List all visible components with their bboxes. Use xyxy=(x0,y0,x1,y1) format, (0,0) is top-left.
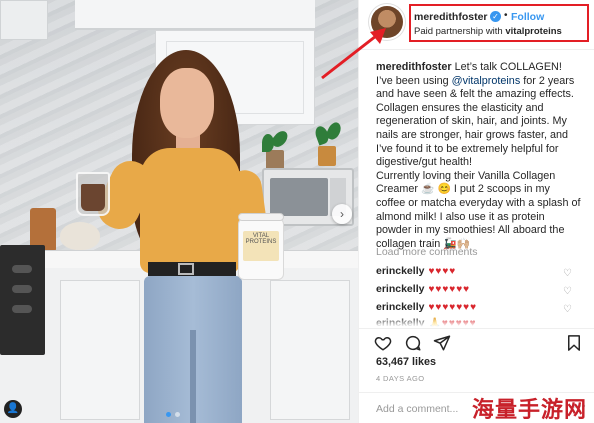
caption-text-3: for 2 years and have seen & felt the ama… xyxy=(376,74,575,169)
person-face xyxy=(160,68,214,138)
save-bookmark-icon[interactable] xyxy=(565,334,583,352)
comment-row: erinckelly ♥♥♥♥♥♥♥ xyxy=(376,301,576,315)
comment-like-heart-icon[interactable]: ♡ xyxy=(563,286,573,297)
load-more-comments[interactable]: Load more comments xyxy=(376,246,478,258)
verified-badge-icon: ✓ xyxy=(490,11,501,22)
comment-row: erinckelly ♥♥♥♥♥♥ xyxy=(376,283,576,297)
partner-link[interactable]: vitalproteins xyxy=(505,26,562,37)
carousel-dot xyxy=(175,412,180,417)
comment-username[interactable]: erinckelly xyxy=(376,265,424,277)
comment-bubble-icon[interactable] xyxy=(404,334,422,352)
post-photo[interactable]: VITAL PROTEINS › 👤 xyxy=(0,0,358,423)
upper-cabinet-left xyxy=(0,0,48,40)
comment-text: ♥♥♥♥♥♥♥ xyxy=(428,302,478,313)
collagen-jar: VITAL PROTEINS xyxy=(238,213,284,280)
carousel-dots xyxy=(166,412,180,417)
comment-row: erinckelly ♥♥♥♥ xyxy=(376,265,576,279)
cabinet-door xyxy=(60,280,140,420)
caption-text-4: Currently loving their Vanilla Collagen … xyxy=(376,169,581,250)
comment-text: ♥♥♥♥♥♥ xyxy=(428,284,471,295)
comment-username[interactable]: erinckelly xyxy=(376,283,424,295)
caption-text-1: Let’s talk COLLAGEN! xyxy=(451,61,562,73)
site-watermark: 海量手游网 xyxy=(472,398,588,423)
header-separator: • xyxy=(504,10,508,21)
carousel-next-button[interactable]: › xyxy=(332,204,352,224)
share-icon[interactable] xyxy=(433,334,451,352)
plant-pot-left xyxy=(266,150,284,170)
tagged-user-icon[interactable]: 👤 xyxy=(4,400,22,418)
pumpkin-decor xyxy=(60,222,100,250)
jar-label: VITAL PROTEINS xyxy=(243,231,279,261)
comment-like-heart-icon[interactable]: ♡ xyxy=(563,268,573,279)
instagram-post: VITAL PROTEINS › 👤 meredithfoster ✓ • Fo… xyxy=(0,0,594,423)
comments-fade xyxy=(359,316,594,328)
carousel-dot-active xyxy=(166,412,171,417)
upper-cabinet-top xyxy=(75,0,315,30)
paid-prefix: Paid partnership with xyxy=(414,26,503,37)
comment-like-heart-icon[interactable]: ♡ xyxy=(563,304,573,315)
add-comment-input[interactable] xyxy=(376,401,486,417)
comment-username[interactable]: erinckelly xyxy=(376,301,424,313)
like-heart-icon[interactable] xyxy=(374,334,392,352)
coffee-mug xyxy=(76,172,110,216)
action-bar xyxy=(359,328,594,354)
header-username[interactable]: meredithfoster xyxy=(414,11,488,23)
post-caption: meredithfoster Let’s talk COLLAGEN! I’ve… xyxy=(376,61,582,251)
follow-button[interactable]: Follow xyxy=(511,11,544,23)
post-timestamp: 4 DAYS AGO xyxy=(376,374,425,383)
cabinet-door xyxy=(270,280,350,420)
likes-count[interactable]: 63,467 likes xyxy=(376,356,436,368)
belt-buckle xyxy=(178,263,194,275)
comment-text: ♥♥♥♥ xyxy=(428,266,457,277)
plant-pot-right xyxy=(318,146,336,166)
annotation-arrow xyxy=(321,28,386,80)
person-yellow-top xyxy=(140,148,240,273)
jeans-seam xyxy=(190,330,196,423)
paid-partnership-label: Paid partnership with vitalproteins xyxy=(414,26,562,37)
stove xyxy=(0,245,45,355)
caption-mention[interactable]: @vitalproteins xyxy=(452,75,521,87)
